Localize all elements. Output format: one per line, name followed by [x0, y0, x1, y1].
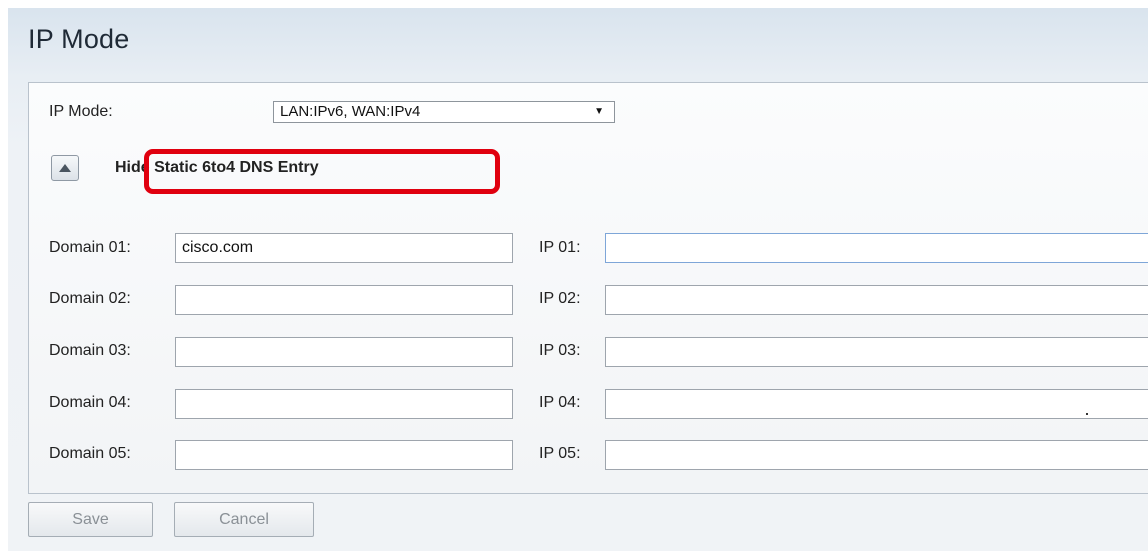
domain-05-input[interactable] [175, 440, 513, 470]
hide-dns-toggle-button[interactable] [51, 155, 79, 181]
page-title: IP Mode [28, 24, 130, 54]
save-button[interactable]: Save [28, 502, 153, 537]
domain-04-input[interactable] [175, 389, 513, 419]
domain-03-label: Domain 03: [49, 342, 131, 359]
domain-03-input[interactable] [175, 337, 513, 367]
ip-02-input[interactable] [605, 285, 1148, 315]
hide-dns-toggle-label[interactable]: Hide Static 6to4 DNS Entry [115, 159, 319, 177]
ip-02-label: IP 02: [539, 290, 581, 307]
ip-05-input[interactable] [605, 440, 1148, 470]
ip-mode-panel: IP Mode: LAN:IPv6, WAN:IPv4 ▼ Hide Stati… [28, 82, 1148, 494]
domain-05-label: Domain 05: [49, 445, 131, 462]
triangle-down-icon: ▼ [594, 106, 604, 117]
stray-mark [1086, 413, 1088, 415]
ip-03-label: IP 03: [539, 342, 581, 359]
ip-04-input[interactable] [605, 389, 1148, 419]
ip-mode-label: IP Mode: [49, 103, 113, 120]
ip-mode-select-value: LAN:IPv6, WAN:IPv4 [280, 103, 421, 120]
ip-01-input[interactable] [605, 233, 1148, 263]
domain-01-input[interactable]: cisco.com [175, 233, 513, 263]
ip-mode-select[interactable]: LAN:IPv6, WAN:IPv4 ▼ [273, 101, 615, 123]
domain-02-input[interactable] [175, 285, 513, 315]
domain-01-label: Domain 01: [49, 239, 131, 256]
ip-03-input[interactable] [605, 337, 1148, 367]
ip-04-label: IP 04: [539, 394, 581, 411]
triangle-up-icon [59, 164, 71, 172]
ip-01-label: IP 01: [539, 239, 581, 256]
cancel-button[interactable]: Cancel [174, 502, 314, 537]
domain-04-label: Domain 04: [49, 394, 131, 411]
page: IP Mode IP Mode: LAN:IPv6, WAN:IPv4 ▼ Hi… [8, 8, 1148, 551]
ip-05-label: IP 05: [539, 445, 581, 462]
domain-02-label: Domain 02: [49, 290, 131, 307]
